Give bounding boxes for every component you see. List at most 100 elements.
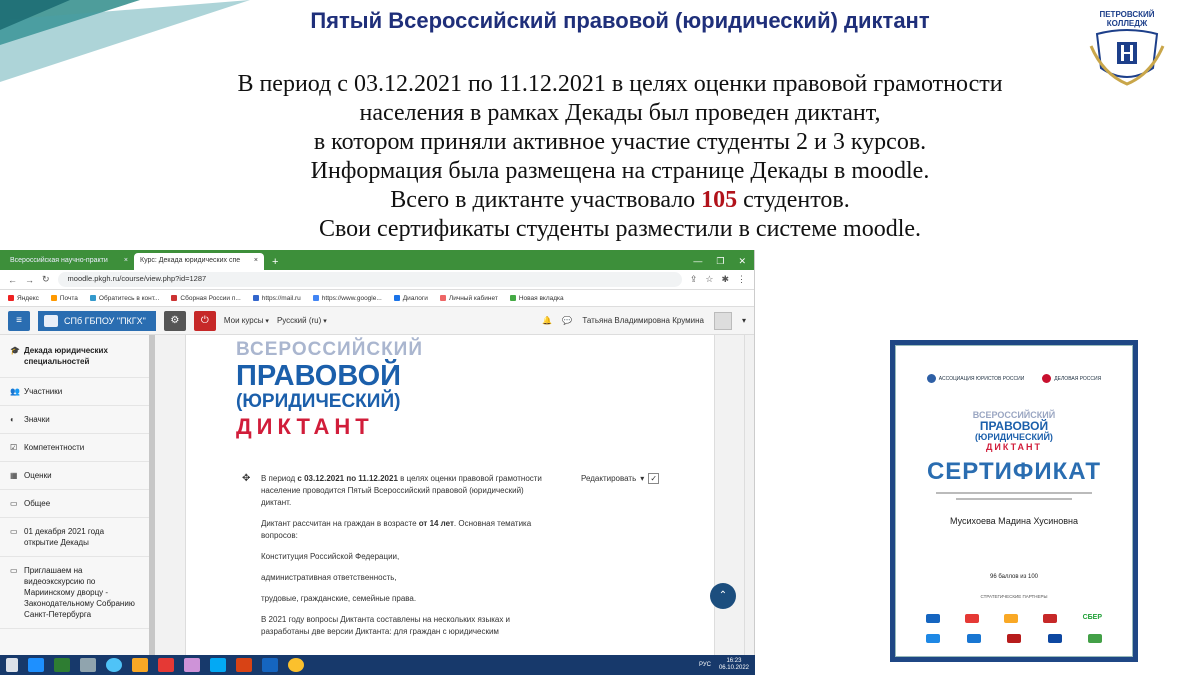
avatar[interactable] (713, 311, 732, 330)
forward-icon[interactable]: → (25, 275, 34, 285)
bookmark-item[interactable]: Новая вкладка (509, 295, 564, 302)
url-input[interactable]: moodle.pkgh.ru/course/view.php?id=1287 (57, 272, 682, 287)
share-icon[interactable]: ⇪ (690, 274, 698, 285)
bookmark-item[interactable]: https://www.google... (312, 295, 382, 302)
chrome-icon[interactable] (288, 658, 304, 672)
completion-checkbox[interactable]: ✓ (648, 473, 660, 484)
sidebar-item-competencies[interactable]: ☑ Компетентности (0, 434, 149, 462)
power-icon[interactable]: ⏻ (193, 310, 216, 331)
tab-label: Всероссийская научно-практи (10, 257, 108, 264)
bookmark-icon (439, 295, 446, 301)
bookmark-item[interactable]: Диалоги (393, 295, 428, 302)
bookmark-item[interactable]: Яндекс (8, 295, 39, 302)
partner-logo-icon (1088, 634, 1102, 643)
yandex-icon[interactable] (158, 658, 174, 672)
computer-icon[interactable] (80, 658, 96, 672)
star-icon[interactable]: ☆ (705, 274, 713, 285)
folder-icon[interactable] (132, 658, 148, 672)
menu-icon[interactable]: ⋮ (737, 274, 746, 285)
slide-line: Информация была размещена на странице Де… (310, 158, 930, 184)
sidebar-item-grades[interactable]: ▦ Оценки (0, 462, 149, 490)
partner-logos-row (926, 634, 1102, 643)
maximize-icon[interactable]: ❐ (716, 256, 724, 267)
bookmark-item[interactable]: Обратитесь в конт... (89, 295, 159, 302)
count-suffix: студентов. (743, 187, 850, 213)
certificate-score: 96 баллов из 100 (989, 574, 1039, 580)
certificate-title: СЕРТИФИКАТ (926, 458, 1102, 485)
slide-line: В период с 03.12.2021 по 11.12.2021 в це… (237, 71, 1003, 97)
site-name: СПб ГБПОУ "ПКГХ" (64, 315, 146, 326)
scrollbar[interactable] (744, 335, 754, 655)
menu-toggle-icon[interactable]: ≡ (8, 310, 30, 331)
store-icon[interactable] (54, 658, 70, 672)
partner-logo: ДЕЛОВАЯ РОССИЯ (1042, 374, 1101, 383)
paint-icon[interactable] (184, 658, 200, 672)
sidebar-item-excursion[interactable]: ▭ Приглашаем на видеоэкскурсию по Мариинс… (0, 557, 149, 629)
slide-line: населения в рамках Декады был проведен д… (359, 100, 881, 126)
user-area: 🔔 💬 Татьяна Владимировна Крумина ▾ (542, 311, 746, 330)
certificate-frame: АССОЦИАЦИЯ ЮРИСТОВ РОССИИ ДЕЛОВАЯ РОССИЯ… (890, 340, 1138, 662)
logo-line: КОЛЛЕДЖ (1106, 19, 1148, 28)
powerpoint-icon[interactable] (236, 658, 252, 672)
chat-icon (393, 295, 400, 301)
divider (936, 492, 1092, 494)
network-icon[interactable] (106, 658, 122, 672)
paragraph: Конституция Российской Федерации, (261, 552, 400, 561)
extensions-icon[interactable]: ✱ (721, 274, 729, 285)
close-window-icon[interactable]: ✕ (738, 256, 746, 267)
windows-start-icon[interactable] (6, 658, 18, 672)
bell-icon[interactable]: 🔔 (542, 316, 552, 325)
reload-icon[interactable]: ↻ (42, 274, 50, 285)
my-courses-menu[interactable]: Мои курсы (224, 316, 269, 325)
message-icon[interactable]: 💬 (562, 316, 572, 325)
skype-icon[interactable] (210, 658, 226, 672)
chevron-down-icon[interactable]: ▾ (742, 316, 746, 325)
tab-strip: Всероссийская научно-практи × Курс: Дека… (0, 250, 754, 270)
clock[interactable]: 16:23 06.10.2022 (719, 658, 749, 672)
new-tab-button[interactable]: + (264, 254, 286, 270)
sidebar-item-opening[interactable]: ▭ 01 декабря 2021 года открытие Декады (0, 518, 149, 557)
partner-logo-icon (926, 614, 940, 623)
partner-logo-icon (1047, 634, 1062, 643)
scroll-to-top-button[interactable]: ⌃ (710, 583, 736, 609)
graduation-cap-icon: 🎓 (10, 346, 20, 355)
bookmark-item[interactable]: https://mail.ru (252, 295, 301, 302)
paragraph: В период с 03.12.2021 по 11.12.2021 в це… (261, 474, 542, 507)
course-description: В период с 03.12.2021 по 11.12.2021 в це… (261, 473, 551, 647)
sidebar-item-badges[interactable]: ◐ Значки (0, 406, 149, 434)
paragraph: В 2021 году вопросы Диктанта составлены … (261, 615, 511, 636)
settings-icon[interactable]: ⚙ (163, 310, 186, 331)
language-indicator[interactable]: РУС (699, 662, 711, 668)
back-icon[interactable]: ← (8, 275, 17, 285)
folder-icon: ▭ (10, 527, 18, 536)
sidebar-item-course[interactable]: 🎓 Декада юридических специальностей (0, 335, 149, 378)
bookmark-item[interactable]: Почта (50, 295, 78, 302)
move-icon[interactable]: ✥ (242, 473, 250, 484)
language-menu[interactable]: Русский (ru) (277, 316, 327, 325)
caret-icon: ▾ (640, 474, 645, 483)
sidebar-item-participants[interactable]: 👥 Участники (0, 378, 149, 406)
browser-tab[interactable]: Всероссийская научно-практи × (4, 253, 134, 270)
google-icon (312, 295, 319, 301)
checkbox-icon: ☑ (10, 443, 18, 452)
site-brand[interactable]: СПб ГБПОУ "ПКГХ" (38, 310, 156, 331)
bookmark-item[interactable]: Личный кабинет (439, 295, 498, 302)
sidebar-item-general[interactable]: ▭ Общее (0, 490, 149, 518)
close-icon[interactable]: × (254, 257, 258, 266)
logo-icon (44, 314, 58, 327)
slide-line: в котором приняли активное участие студе… (313, 129, 927, 155)
logo-emblem-icon (1089, 29, 1165, 86)
ie-icon[interactable] (28, 658, 44, 672)
close-icon[interactable]: × (124, 257, 128, 266)
edit-menu[interactable]: Редактировать ▾ ✓ (581, 473, 660, 484)
minimize-icon[interactable]: — (693, 256, 702, 267)
browser-tab-active[interactable]: Курс: Декада юридических спе × (134, 253, 264, 270)
folder-icon: ▭ (10, 566, 18, 575)
moodle-navbar: ≡ СПб ГБПОУ "ПКГХ" ⚙ ⏻ Мои курсы Русский… (0, 307, 754, 335)
user-name[interactable]: Татьяна Владимировна Крумина (582, 316, 704, 325)
bookmark-item[interactable]: Сборная России п... (171, 295, 241, 302)
word-icon[interactable] (262, 658, 278, 672)
course-main: ВСЕРОССИЙСКИЙ ПРАВОВОЙ (ЮРИДИЧЕСКИЙ) ДИК… (155, 335, 754, 655)
globe-icon (509, 295, 516, 301)
bookmarks-bar: Яндекс Почта Обратитесь в конт... Сборна… (0, 290, 754, 307)
